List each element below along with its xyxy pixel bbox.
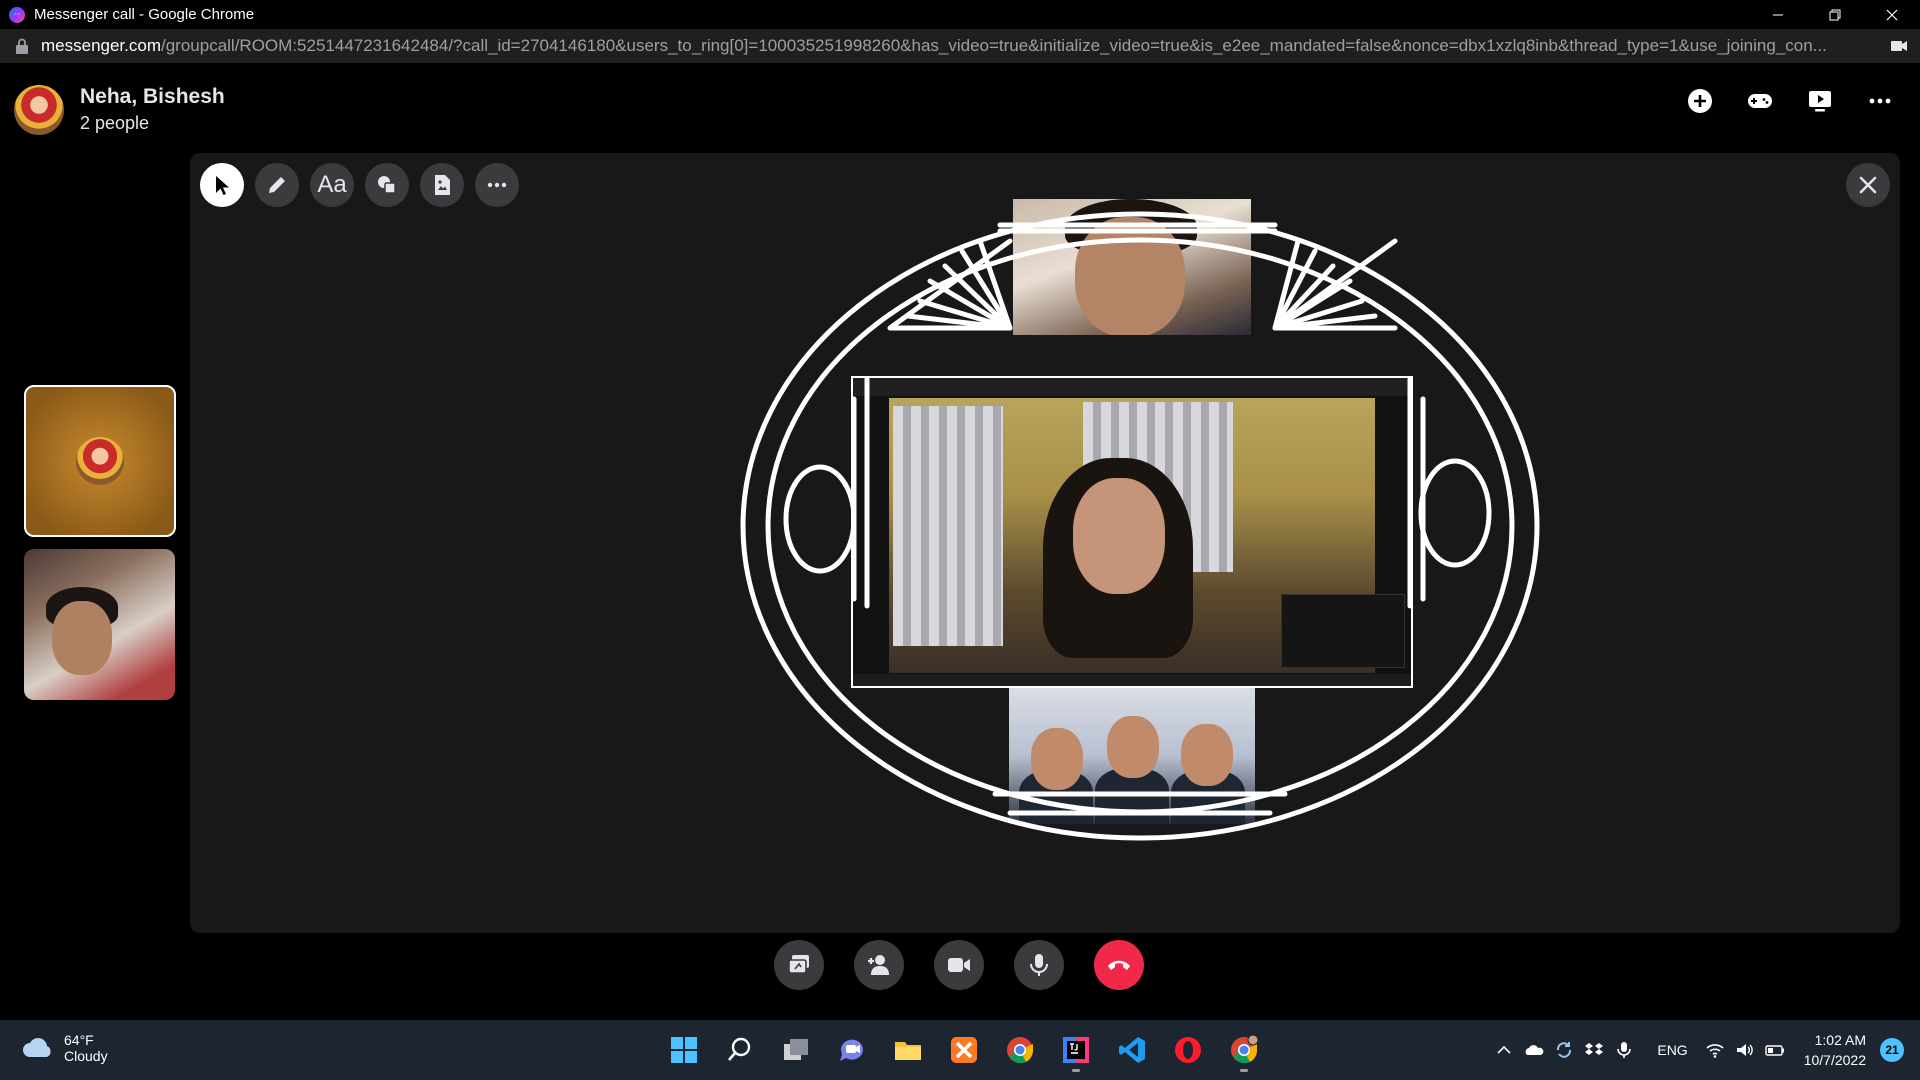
browser-title-bar: Messenger call - Google Chrome bbox=[0, 0, 1920, 29]
url-text[interactable]: messenger.com/groupcall/ROOM:52514472316… bbox=[41, 36, 1871, 56]
select-icon[interactable] bbox=[200, 163, 244, 207]
volume-icon[interactable] bbox=[1732, 1037, 1758, 1063]
participant-tile-self-video[interactable] bbox=[24, 549, 175, 700]
lock-icon[interactable] bbox=[15, 38, 29, 54]
video-camera-icon[interactable] bbox=[934, 940, 984, 990]
share-screen-icon[interactable] bbox=[774, 940, 824, 990]
opera-icon[interactable] bbox=[1170, 1031, 1206, 1069]
call-controls bbox=[774, 940, 1144, 990]
battery-icon[interactable] bbox=[1762, 1037, 1788, 1063]
restore-icon[interactable] bbox=[1806, 0, 1863, 29]
chevron-up-icon[interactable] bbox=[1491, 1037, 1517, 1063]
weather-temperature: 64°F bbox=[64, 1032, 94, 1048]
whiteboard-stage[interactable]: Aa bbox=[190, 153, 1900, 933]
microphone-icon[interactable] bbox=[1014, 940, 1064, 990]
header-actions bbox=[1682, 83, 1898, 119]
participant-count: 2 people bbox=[80, 113, 150, 133]
minimize-icon[interactable] bbox=[1749, 0, 1806, 29]
close-window-icon[interactable] bbox=[1863, 0, 1920, 29]
microphone-tray-icon[interactable] bbox=[1611, 1037, 1637, 1063]
text-tool-label: Aa bbox=[317, 171, 347, 198]
messenger-icon bbox=[9, 6, 25, 23]
sync-icon[interactable] bbox=[1551, 1037, 1577, 1063]
sticker-icon[interactable] bbox=[420, 163, 464, 207]
participant-avatar bbox=[76, 437, 124, 485]
whiteboard-toolbar: Aa bbox=[200, 163, 519, 207]
whiteboard-drawing[interactable] bbox=[730, 211, 1550, 851]
camera-in-use-icon[interactable] bbox=[1890, 38, 1908, 54]
search-icon[interactable] bbox=[722, 1031, 758, 1069]
language-indicator[interactable]: ENG bbox=[1657, 1042, 1687, 1058]
task-view-icon[interactable] bbox=[778, 1031, 814, 1069]
xampp-icon[interactable] bbox=[946, 1031, 982, 1069]
shapes-icon[interactable] bbox=[365, 163, 409, 207]
add-icon[interactable] bbox=[1682, 83, 1718, 119]
end-call-icon[interactable] bbox=[1094, 940, 1144, 990]
clock-date: 10/7/2022 bbox=[1803, 1052, 1866, 1068]
taskbar-apps bbox=[666, 1031, 1262, 1072]
address-bar[interactable]: messenger.com/groupcall/ROOM:52514472316… bbox=[0, 29, 1920, 63]
participant-tile-neha[interactable] bbox=[24, 385, 176, 537]
intellij-icon[interactable] bbox=[1058, 1031, 1094, 1072]
close-whiteboard-icon[interactable] bbox=[1846, 163, 1890, 207]
url-path: /groupcall/ROOM:5251447231642484/?call_i… bbox=[161, 36, 1827, 55]
window-controls bbox=[1749, 0, 1920, 29]
system-tray: ENG 1:02 AM 10/7/2022 21 bbox=[1491, 1020, 1920, 1080]
conversation-name: Neha, Bishesh bbox=[80, 85, 225, 108]
url-host: messenger.com bbox=[41, 36, 161, 55]
wifi-icon[interactable] bbox=[1702, 1037, 1728, 1063]
vscode-icon[interactable] bbox=[1114, 1031, 1150, 1069]
video-face-shape bbox=[52, 601, 112, 675]
chrome-profile-icon[interactable] bbox=[1226, 1031, 1262, 1072]
clock[interactable]: 1:02 AM 10/7/2022 bbox=[1804, 1030, 1866, 1070]
window-title: Messenger call - Google Chrome bbox=[34, 6, 255, 23]
weather-condition: Cloudy bbox=[64, 1048, 108, 1064]
avatar[interactable] bbox=[14, 85, 64, 135]
chat-icon[interactable] bbox=[834, 1031, 870, 1069]
add-person-icon[interactable] bbox=[854, 940, 904, 990]
watch-together-icon[interactable] bbox=[1802, 83, 1838, 119]
pen-icon[interactable] bbox=[255, 163, 299, 207]
conversation-header: Neha, Bishesh 2 people bbox=[0, 63, 1920, 151]
cloud-icon bbox=[23, 1038, 51, 1057]
windows-taskbar: 64°F Cloudy ENG 1:02 AM 10/7/2022 21 bbox=[0, 1020, 1920, 1080]
windows-start-icon[interactable] bbox=[666, 1031, 702, 1069]
text-icon[interactable]: Aa bbox=[310, 163, 354, 207]
file-explorer-icon[interactable] bbox=[890, 1031, 926, 1069]
chrome-icon[interactable] bbox=[1002, 1031, 1038, 1069]
games-icon[interactable] bbox=[1742, 83, 1778, 119]
weather-widget[interactable]: 64°F Cloudy bbox=[22, 1032, 108, 1064]
onedrive-icon[interactable] bbox=[1521, 1037, 1547, 1063]
more-options-icon[interactable] bbox=[1862, 83, 1898, 119]
dropbox-icon[interactable] bbox=[1581, 1037, 1607, 1063]
more-tools-icon[interactable] bbox=[475, 163, 519, 207]
notification-badge[interactable]: 21 bbox=[1880, 1038, 1904, 1062]
clock-time: 1:02 AM bbox=[1814, 1032, 1866, 1048]
